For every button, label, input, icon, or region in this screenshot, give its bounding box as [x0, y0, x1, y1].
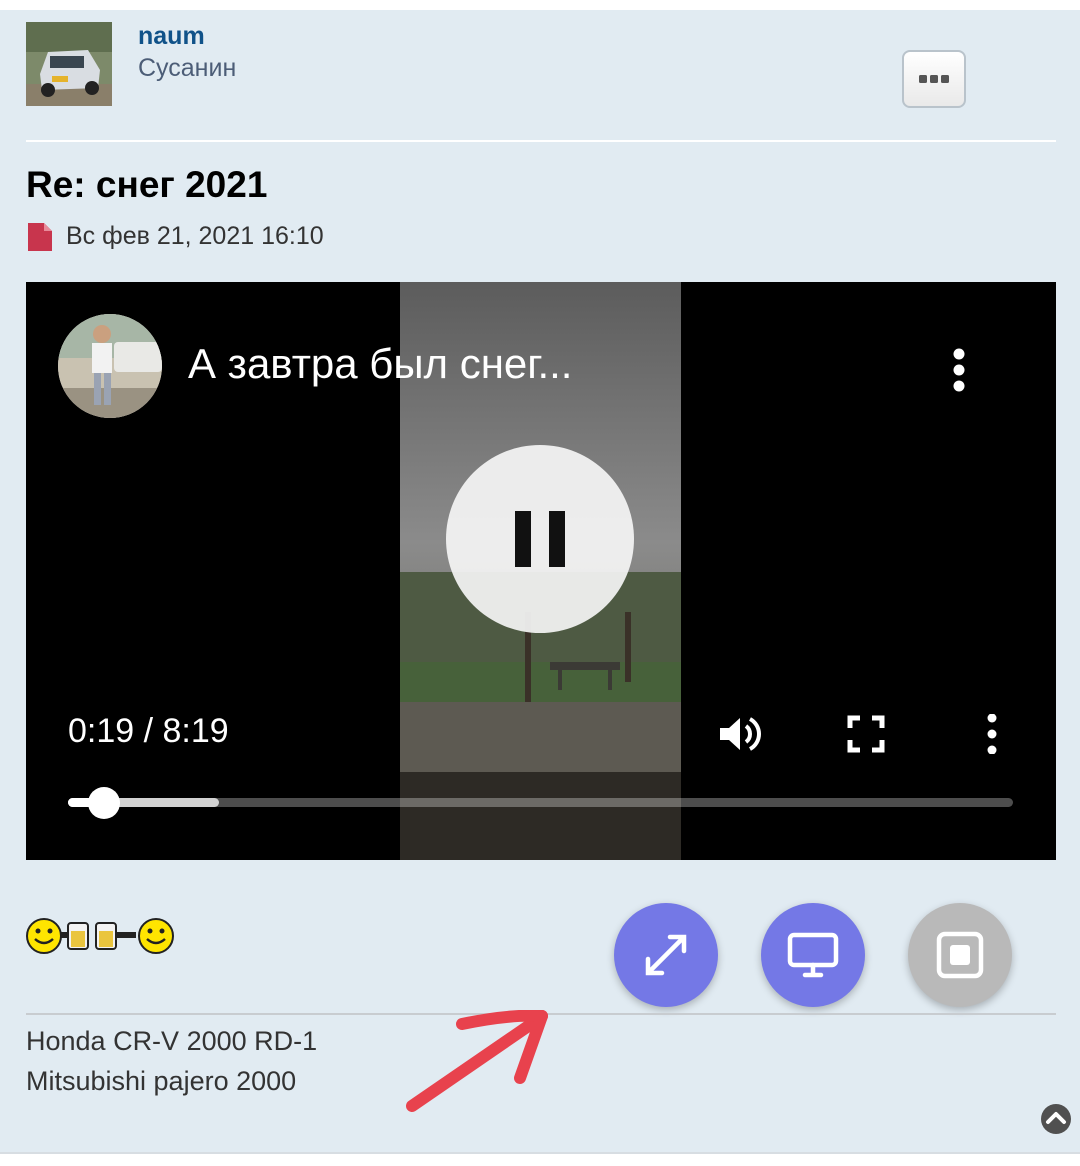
video-options-icon[interactable] — [974, 714, 1018, 754]
cast-button[interactable] — [761, 903, 865, 1007]
page-bottom-edge — [0, 1152, 1080, 1166]
scroll-top-icon[interactable] — [1040, 1103, 1072, 1135]
progress-thumb[interactable] — [88, 787, 121, 819]
progress-bar[interactable] — [68, 787, 1013, 819]
volume-icon[interactable] — [718, 714, 762, 754]
video-menu-icon[interactable] — [944, 346, 974, 394]
smileys-drinking — [26, 916, 176, 961]
username-link[interactable]: naum — [138, 22, 205, 51]
pause-icon — [515, 511, 565, 567]
signature-line-2: Mitsubishi pajero 2000 — [26, 1066, 297, 1096]
expand-button[interactable] — [614, 903, 718, 1007]
user-avatar[interactable] — [26, 22, 112, 106]
signature-line-1: Honda CR-V 2000 RD-1 — [26, 1026, 318, 1056]
post-actions-button[interactable] — [902, 50, 966, 108]
post-title[interactable]: Re: снег 2021 — [26, 164, 267, 206]
monitor-icon — [787, 932, 839, 978]
annotation-arrow — [406, 1010, 548, 1112]
file-icon[interactable] — [28, 222, 52, 251]
stop-icon — [936, 931, 984, 979]
video-player[interactable]: А завтра был снег... 0:19 / 8:19 — [26, 282, 1056, 860]
post-container: naum Сусанин Re: снег 2021 Вс фев 21, 20… — [0, 10, 1080, 1152]
expand-icon — [645, 934, 687, 976]
user-rank: Сусанин — [138, 54, 237, 82]
header-divider — [26, 140, 1056, 142]
post-meta: Вс фев 21, 2021 16:10 — [28, 222, 324, 251]
stop-button[interactable] — [908, 903, 1012, 1007]
video-time: 0:19 / 8:19 — [68, 712, 229, 750]
channel-avatar[interactable] — [58, 314, 162, 418]
video-title[interactable]: А завтра был снег... — [188, 340, 572, 388]
more-icon — [919, 75, 949, 83]
pause-button[interactable] — [446, 445, 634, 633]
fullscreen-icon[interactable] — [844, 714, 888, 754]
post-date: Вс фев 21, 2021 16:10 — [66, 222, 324, 250]
